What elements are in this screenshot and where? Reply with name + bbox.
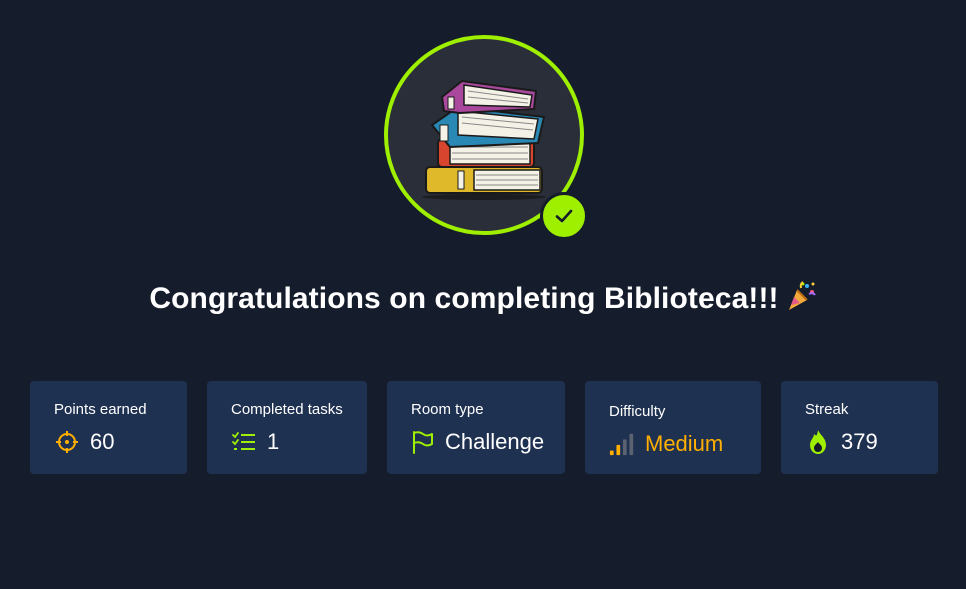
target-icon bbox=[54, 429, 80, 455]
check-icon bbox=[555, 209, 573, 223]
completed-tasks-label: Completed tasks bbox=[231, 401, 343, 418]
flag-icon bbox=[411, 429, 435, 455]
streak-value: 379 bbox=[841, 429, 878, 454]
checklist-icon bbox=[231, 429, 257, 455]
signal-bars-icon bbox=[609, 431, 635, 457]
points-earned-value: 60 bbox=[90, 429, 115, 454]
flame-icon bbox=[805, 429, 831, 455]
room-type-label: Room type bbox=[411, 401, 484, 418]
completed-check-badge bbox=[540, 192, 588, 240]
difficulty-card: Difficulty Medium bbox=[585, 381, 761, 474]
streak-card: Streak 379 bbox=[781, 381, 938, 474]
congratulations-text: Congratulations on completing Biblioteca… bbox=[149, 282, 779, 315]
completed-tasks-card: Completed tasks 1 bbox=[207, 381, 367, 474]
points-earned-label: Points earned bbox=[54, 401, 147, 418]
difficulty-label: Difficulty bbox=[609, 403, 666, 420]
party-popper-icon bbox=[785, 280, 817, 320]
difficulty-value: Medium bbox=[645, 431, 724, 456]
room-completion-page: Congratulations on completing Biblioteca… bbox=[0, 0, 966, 589]
room-badge bbox=[384, 35, 588, 240]
congratulations-heading: Congratulations on completing Biblioteca… bbox=[0, 280, 966, 320]
points-earned-card: Points earned 60 bbox=[30, 381, 187, 474]
room-type-card: Room type Challenge bbox=[387, 381, 565, 474]
room-type-value: Challenge bbox=[445, 429, 545, 454]
completed-tasks-value: 1 bbox=[267, 429, 280, 454]
streak-label: Streak bbox=[805, 401, 849, 418]
